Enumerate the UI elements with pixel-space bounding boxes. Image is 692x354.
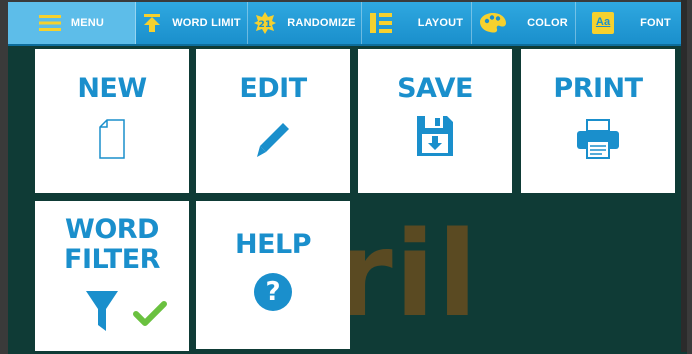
checkmark-icon	[133, 301, 167, 332]
arrow-up-icon	[142, 13, 162, 33]
right-edge	[681, 0, 687, 352]
new-tile[interactable]: NEW	[35, 49, 189, 193]
print-label: PRINT	[553, 73, 643, 104]
filter-icon	[85, 289, 119, 338]
word-filter-label-line1: WORD	[65, 214, 159, 245]
svg-text:21: 21	[259, 20, 272, 30]
layout-button[interactable]: LAYOUT	[362, 2, 472, 44]
word-filter-label: WORD FILTER	[35, 215, 189, 275]
save-label: SAVE	[397, 73, 473, 104]
color-label: COLOR	[527, 17, 568, 29]
font-icon-text: Aa	[592, 12, 615, 34]
palette-icon	[479, 12, 507, 34]
layout-icon	[369, 12, 392, 34]
menu-label: MENU	[70, 17, 105, 29]
printer-icon	[521, 119, 675, 159]
layout-label: LAYOUT	[417, 17, 464, 29]
help-tile[interactable]: HELP ?	[196, 201, 350, 349]
menu-button[interactable]: MENU	[8, 2, 136, 44]
help-label: HELP	[234, 229, 312, 260]
font-icon: Aa	[592, 12, 615, 34]
question-icon-text: ?	[254, 273, 292, 311]
new-label: NEW	[77, 73, 147, 104]
color-button[interactable]: COLOR	[472, 2, 576, 44]
question-icon: ?	[196, 273, 350, 311]
word-limit-button[interactable]: WORD LIMIT	[136, 2, 248, 44]
floppy-disk-icon	[358, 115, 512, 157]
word-filter-tile[interactable]: WORD FILTER	[35, 201, 189, 351]
toolbar: MENU WORD LIMIT 21 RANDOMIZE LAYOUT COLO…	[8, 2, 687, 44]
randomize-button[interactable]: 21 RANDOMIZE	[248, 2, 362, 44]
word-filter-label-line2: FILTER	[64, 244, 160, 275]
font-button[interactable]: Aa FONT	[576, 2, 687, 44]
edit-tile[interactable]: EDIT	[196, 49, 350, 193]
pencil-icon	[196, 121, 350, 161]
font-label: FONT	[640, 17, 671, 29]
new-document-icon	[35, 119, 189, 159]
randomize-label: RANDOMIZE	[287, 17, 356, 29]
save-tile[interactable]: SAVE	[358, 49, 512, 193]
word-limit-label: WORD LIMIT	[172, 17, 241, 29]
hamburger-icon	[38, 15, 61, 31]
edit-label: EDIT	[239, 73, 307, 104]
dice-icon: 21	[253, 11, 277, 35]
print-tile[interactable]: PRINT	[521, 49, 675, 193]
